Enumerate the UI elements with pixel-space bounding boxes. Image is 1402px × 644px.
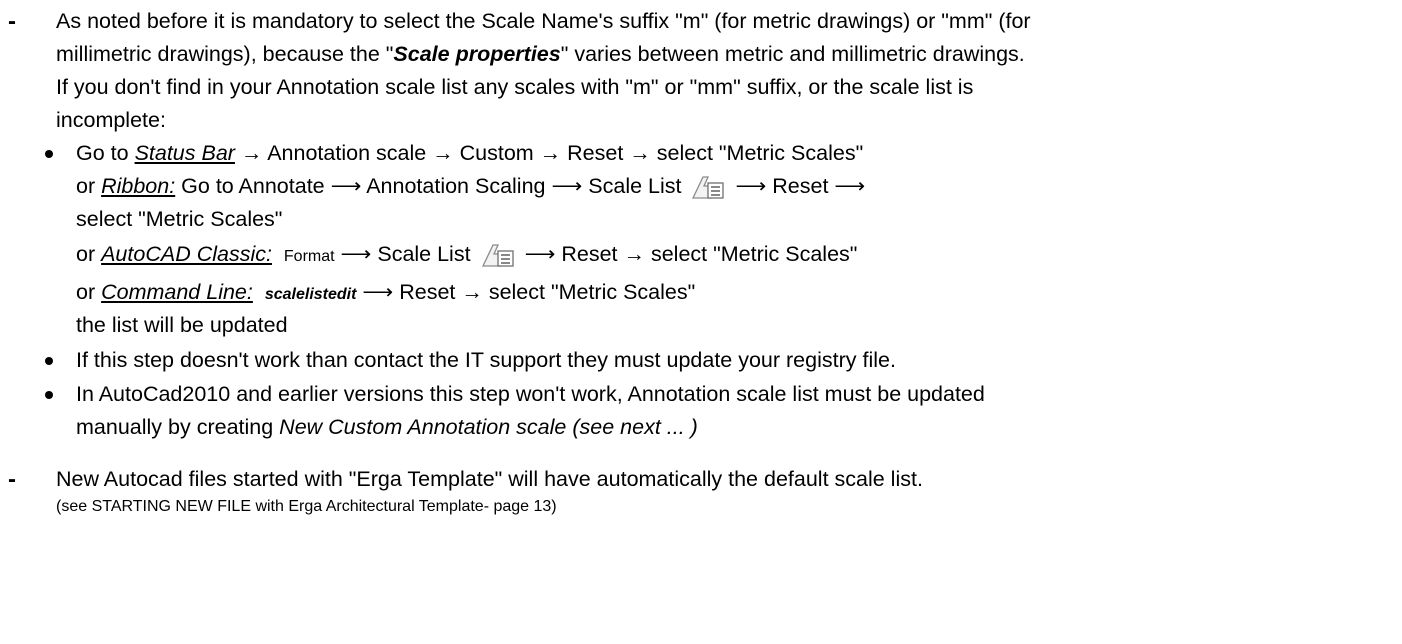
text-line: select "Metric Scales"	[76, 207, 283, 231]
text-line: If you don't find in your Annotation sca…	[56, 75, 974, 99]
text-line: or Command Line: scalelistedit ⟶ Reset →…	[76, 280, 696, 304]
text-line: In AutoCad2010 and earlier versions this…	[76, 382, 985, 406]
autocad-classic-link: AutoCAD Classic:	[101, 242, 272, 266]
scale-properties-term: Scale properties	[393, 42, 561, 66]
command-name: scalelistedit	[264, 286, 357, 303]
text-line: or Ribbon: Go to Annotate ⟶ Annotation S…	[76, 173, 865, 200]
text-line: As noted before it is mandatory to selec…	[56, 9, 1031, 33]
ribbon-link: Ribbon:	[101, 174, 176, 198]
scale-list-icon	[481, 242, 515, 268]
dash-marker: -	[8, 466, 16, 493]
text-line: the list will be updated	[76, 313, 288, 337]
status-bar-link: Status Bar	[134, 141, 235, 165]
scale-list-icon	[691, 174, 725, 200]
dash-marker: -	[8, 8, 16, 35]
text-line: Go to Status Bar → Annotation scale → Cu…	[76, 141, 864, 165]
text-line: incomplete:	[56, 108, 166, 132]
format-menu-label: Format	[283, 248, 335, 265]
text-line: millimetric drawings), because the "Scal…	[56, 42, 1025, 66]
text-line: manually by creating New Custom Annotati…	[76, 415, 698, 439]
bullet-marker	[45, 391, 53, 399]
text-line: If this step doesn't work than contact t…	[76, 348, 896, 372]
text-line: New Autocad files started with "Erga Tem…	[56, 467, 923, 491]
command-line-link: Command Line:	[101, 280, 253, 304]
custom-scale-reference: New Custom Annotation scale (see next ..…	[279, 415, 698, 439]
page-reference-note: (see STARTING NEW FILE with Erga Archite…	[56, 498, 557, 515]
text-line: or AutoCAD Classic: Format ⟶ Scale List …	[76, 241, 857, 270]
bullet-marker	[45, 150, 53, 158]
bullet-marker	[45, 357, 53, 365]
